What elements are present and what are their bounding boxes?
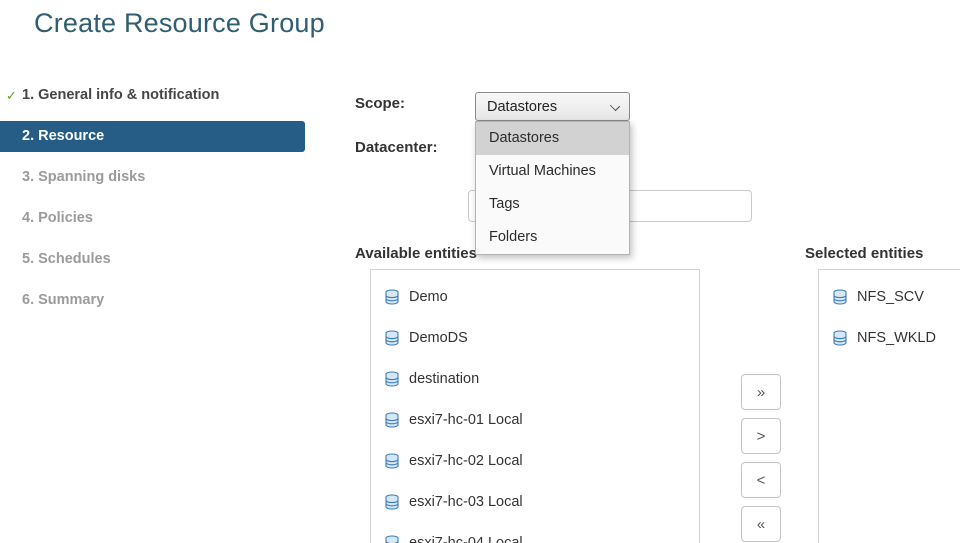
list-item[interactable]: esxi7-hc-02 Local (371, 440, 699, 481)
scope-dropdown-menu: Datastores Virtual Machines Tags Folders (475, 121, 630, 255)
move-all-right-button[interactable]: » (741, 374, 781, 410)
datacenter-label: Datacenter: (355, 139, 438, 156)
list-item[interactable]: Demo (371, 276, 699, 317)
wizard-step[interactable]: ✓5. Schedules (0, 244, 305, 275)
wizard-step[interactable]: ✓ 1. General info & notification (0, 80, 305, 111)
entity-name: NFS_SCV (857, 289, 924, 305)
check-icon: ✓ (6, 80, 17, 111)
dropdown-option[interactable]: Datastores (476, 122, 629, 155)
wizard-step-label: 4. Policies (22, 210, 93, 226)
move-left-button[interactable]: < (741, 462, 781, 498)
list-item[interactable]: esxi7-hc-04 Local (371, 522, 699, 543)
wizard-step-label: 6. Summary (22, 292, 104, 308)
list-item[interactable]: NFS_SCV (819, 276, 960, 317)
datastore-icon (832, 330, 848, 346)
list-item[interactable]: esxi7-hc-03 Local (371, 481, 699, 522)
datastore-icon (384, 453, 400, 469)
datastore-icon (384, 330, 400, 346)
entity-name: esxi7-hc-01 Local (409, 412, 523, 428)
wizard-step-label: 1. General info & notification (22, 87, 219, 103)
wizard-step[interactable]: ✓6. Summary (0, 285, 305, 316)
wizard-step[interactable]: ✓2. Resource (0, 121, 305, 152)
wizard-step-label: 2. Resource (22, 128, 104, 144)
list-item[interactable]: destination (371, 358, 699, 399)
entity-name: NFS_WKLD (857, 330, 936, 346)
dropdown-option-label: Datastores (489, 130, 559, 146)
datastore-icon (384, 289, 400, 305)
entity-name: DemoDS (409, 330, 468, 346)
move-all-left-button[interactable]: « (741, 506, 781, 542)
datastore-icon (832, 289, 848, 305)
wizard-steps: ✓ 1. General info & notification ✓2. Reso… (0, 80, 305, 326)
entity-name: destination (409, 371, 479, 387)
list-item[interactable]: NFS_WKLD (819, 317, 960, 358)
list-item[interactable]: DemoDS (371, 317, 699, 358)
dropdown-option[interactable]: Tags (476, 188, 629, 221)
scope-select-value: Datastores (487, 99, 557, 115)
dropdown-option-label: Tags (489, 196, 520, 212)
datastore-icon (384, 412, 400, 428)
wizard-step[interactable]: ✓3. Spanning disks (0, 162, 305, 193)
dropdown-option-label: Folders (489, 229, 537, 245)
entity-name: esxi7-hc-04 Local (409, 535, 523, 543)
list-item[interactable]: esxi7-hc-01 Local (371, 399, 699, 440)
scope-select[interactable]: Datastores (475, 92, 630, 121)
transfer-buttons: » > < « (741, 374, 781, 543)
datastore-icon (384, 494, 400, 510)
entity-name: esxi7-hc-02 Local (409, 453, 523, 469)
wizard-step-label: 5. Schedules (22, 251, 111, 267)
dropdown-option-label: Virtual Machines (489, 163, 596, 179)
datastore-icon (384, 371, 400, 387)
scope-label: Scope: (355, 95, 405, 112)
entity-name: esxi7-hc-03 Local (409, 494, 523, 510)
entity-name: Demo (409, 289, 448, 305)
selected-entities-list: NFS_SCV NFS_WKLD (818, 269, 960, 543)
datastore-icon (384, 535, 400, 543)
selected-entities-label: Selected entities (805, 245, 923, 262)
wizard-step-label: 3. Spanning disks (22, 169, 145, 185)
available-entities-list: Demo DemoDS destination (370, 269, 700, 543)
wizard-step[interactable]: ✓4. Policies (0, 203, 305, 234)
dropdown-option[interactable]: Virtual Machines (476, 155, 629, 188)
page-title: Create Resource Group (34, 8, 325, 39)
move-right-button[interactable]: > (741, 418, 781, 454)
dropdown-option[interactable]: Folders (476, 221, 629, 254)
available-entities-label: Available entities (355, 245, 477, 262)
chevron-down-icon (610, 101, 620, 111)
